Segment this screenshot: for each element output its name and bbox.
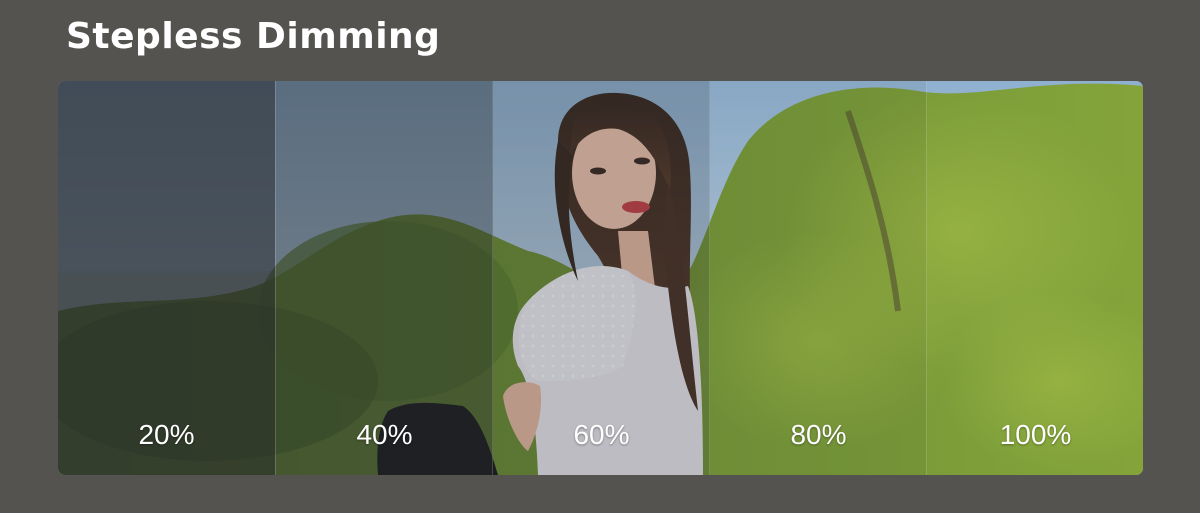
dimming-level-label: 20% <box>138 419 195 450</box>
dimming-segment-100: 100% <box>926 81 1143 475</box>
page-title: Stepless Dimming <box>66 16 441 57</box>
dimming-photo-panel: 20% 40% 60% 80% 100% <box>58 81 1143 475</box>
dimming-level-label: 40% <box>356 419 413 450</box>
dimming-level-label: 80% <box>790 419 847 450</box>
dimming-level-label: 60% <box>573 419 630 450</box>
dimming-level-label: 100% <box>999 419 1072 450</box>
dimming-segment-80: 80% <box>709 81 927 475</box>
dimming-segment-20: 20% <box>58 81 275 475</box>
dimming-segment-60: 60% <box>492 81 710 475</box>
dimming-segment-40: 40% <box>275 81 493 475</box>
